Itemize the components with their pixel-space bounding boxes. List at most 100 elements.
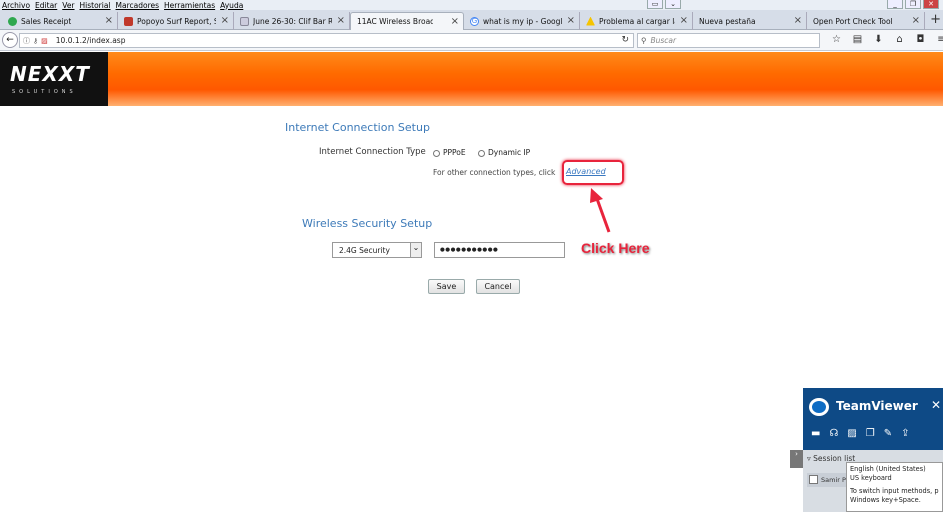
new-tab-icon[interactable]: +: [930, 12, 941, 27]
teamviewer-toolbar: ▬ ☊ ▨ ❐ ✎ ⇪: [811, 428, 910, 439]
home-icon[interactable]: ⌂: [889, 34, 910, 45]
dynamic-ip-option[interactable]: Dynamic IP: [478, 148, 530, 157]
tab-what-is-my-ip[interactable]: Gwhat is my ip - Google S ×: [464, 12, 580, 30]
tab-nueva[interactable]: Nueva pestaña ×: [693, 12, 807, 30]
tab-label: Open Port Check Tool: [813, 16, 893, 26]
search-box[interactable]: ⚲ Buscar: [637, 33, 820, 48]
reload-icon[interactable]: ↻: [621, 35, 629, 45]
teamviewer-logo-icon: [809, 398, 829, 416]
cancel-button[interactable]: Cancel: [476, 279, 520, 294]
click-here-annotation: Click Here: [581, 240, 650, 256]
bookmark-star-icon[interactable]: ☆: [826, 34, 847, 45]
reading-list-icon[interactable]: ▤: [847, 34, 868, 45]
chat-icon[interactable]: ▨: [847, 428, 856, 439]
close-tab-icon[interactable]: ×: [680, 15, 688, 26]
tab-sales-receipt[interactable]: Sales Receipt ×: [2, 12, 118, 30]
ime-hint-line1: To switch input methods, pre: [850, 487, 939, 495]
tab-label: June 26-30: Clif Bar Reser: [253, 16, 332, 26]
tab-router-active[interactable]: 11AC Wireless Broadband Ro ×: [350, 12, 464, 30]
logo-text: NEXXT: [10, 62, 90, 86]
pppoe-radio[interactable]: [433, 149, 440, 157]
advanced-link[interactable]: Advanced: [566, 167, 606, 176]
close-tab-icon[interactable]: ×: [912, 15, 920, 26]
session-entry[interactable]: Samir Pr: [807, 473, 847, 487]
tab-bar: Sales Receipt × Popoyo Surf Report, Surf ×…: [0, 10, 943, 30]
insecure-lock-icon: ▨: [41, 36, 48, 45]
tab-favicon-icon: [124, 16, 133, 26]
tab-label: Sales Receipt: [21, 16, 72, 26]
tab-open-port[interactable]: Open Port Check Tool ×: [807, 12, 925, 30]
session-user-name: Samir Pr: [821, 476, 847, 484]
search-placeholder: Buscar: [650, 36, 677, 45]
red-arrow: [590, 188, 611, 233]
close-window-icon[interactable]: ✕: [923, 0, 939, 9]
download-icon[interactable]: ⬇: [868, 34, 889, 45]
internet-setup-title: Internet Connection Setup: [285, 121, 430, 134]
close-tab-icon[interactable]: ×: [105, 15, 113, 26]
pocket-icon[interactable]: ◘: [910, 34, 931, 45]
nexxt-logo: NEXXT SOLUTIONS: [0, 52, 108, 106]
connection-type-label: Internet Connection Type: [319, 147, 426, 157]
remote-icon[interactable]: ⇪: [901, 428, 909, 439]
tab-popoyo[interactable]: Popoyo Surf Report, Surf ×: [118, 12, 234, 30]
pppoe-label: PPPoE: [443, 148, 466, 157]
dynamic-ip-radio[interactable]: [478, 149, 485, 157]
restore-icon[interactable]: ▭: [647, 0, 663, 9]
menu-ver[interactable]: Ver: [62, 1, 74, 10]
close-tab-icon[interactable]: ×: [337, 15, 345, 26]
menu-historial[interactable]: Historial: [80, 1, 111, 10]
dynamic-ip-label: Dynamic IP: [488, 148, 531, 157]
minimize-icon[interactable]: _: [887, 0, 903, 9]
tab-label: 11AC Wireless Broadband Ro: [357, 17, 433, 26]
video-icon[interactable]: ▬: [811, 428, 820, 439]
info-icon[interactable]: ⓘ: [23, 36, 30, 46]
wireless-setup-title: Wireless Security Setup: [302, 217, 433, 230]
security-select[interactable]: 2.4G Security ⌄: [332, 242, 422, 258]
headset-icon[interactable]: ☊: [829, 428, 838, 439]
select-chevron-icon[interactable]: ⌄: [410, 243, 421, 257]
back-arrow-icon[interactable]: ←: [2, 32, 18, 48]
nav-bar: ← ⓘ ⚷ ▨ 10.0.1.2/index.asp ↻ ⚲ Buscar ☆ …: [0, 30, 943, 51]
ime-keyboard: US keyboard: [850, 474, 892, 482]
password-field[interactable]: ●●●●●●●●●●●: [434, 242, 565, 258]
menu-marcadores[interactable]: Marcadores: [116, 1, 160, 10]
tab-problema[interactable]: Problema al cargar la pá ×: [580, 12, 693, 30]
tools-icon[interactable]: ✎: [884, 428, 892, 439]
google-icon: G: [470, 16, 479, 26]
menu-ayuda[interactable]: Ayuda: [220, 1, 243, 10]
security-select-value: 2.4G Security: [339, 246, 390, 255]
menu-hamburger-icon[interactable]: ≡: [931, 34, 943, 45]
input-method-tooltip: English (United States) US keyboard To s…: [846, 462, 943, 512]
key-icon: ⚷: [33, 36, 39, 45]
close-icon[interactable]: ✕: [931, 398, 941, 412]
close-tab-icon[interactable]: ×: [794, 15, 802, 26]
warning-icon: [586, 16, 595, 26]
menu-archivo[interactable]: Archivo: [2, 1, 30, 10]
save-button[interactable]: Save: [428, 279, 465, 294]
ime-hint-line2: Windows key+Space.: [850, 496, 921, 504]
menu-herramientas[interactable]: Herramientas: [164, 1, 215, 10]
logo-subtext: SOLUTIONS: [12, 89, 77, 95]
search-icon: ⚲: [641, 36, 647, 45]
tab-favicon-icon: [8, 16, 17, 26]
expand-arrow-icon[interactable]: ›: [790, 450, 803, 468]
tab-label: what is my ip - Google S: [483, 16, 562, 26]
maximize-icon[interactable]: ❐: [905, 0, 921, 9]
other-types-text: For other connection types, click: [433, 168, 556, 177]
user-avatar-icon: [809, 475, 818, 484]
close-tab-icon[interactable]: ×: [221, 15, 229, 26]
close-tab-icon[interactable]: ×: [567, 15, 575, 26]
chevron-down-icon[interactable]: ⌄: [665, 0, 681, 9]
url-text[interactable]: 10.0.1.2/index.asp: [56, 36, 126, 45]
menu-bar: Archivo Editar Ver Historial Marcadores …: [0, 0, 943, 10]
files-icon[interactable]: ❐: [866, 428, 875, 439]
tab-label: Nueva pestaña: [699, 16, 756, 26]
tab-clif-bar[interactable]: June 26-30: Clif Bar Reser ×: [234, 12, 350, 30]
restore-controls: ▭ ⌄: [645, 0, 681, 9]
menu-editar[interactable]: Editar: [35, 1, 57, 10]
address-bar[interactable]: ⓘ ⚷ ▨ 10.0.1.2/index.asp ↻: [19, 33, 634, 48]
pppoe-option[interactable]: PPPoE: [433, 148, 466, 157]
close-tab-icon[interactable]: ×: [451, 16, 459, 27]
window-controls: _ ❐ ✕: [885, 0, 939, 9]
tab-label: Popoyo Surf Report, Surf: [137, 16, 216, 26]
